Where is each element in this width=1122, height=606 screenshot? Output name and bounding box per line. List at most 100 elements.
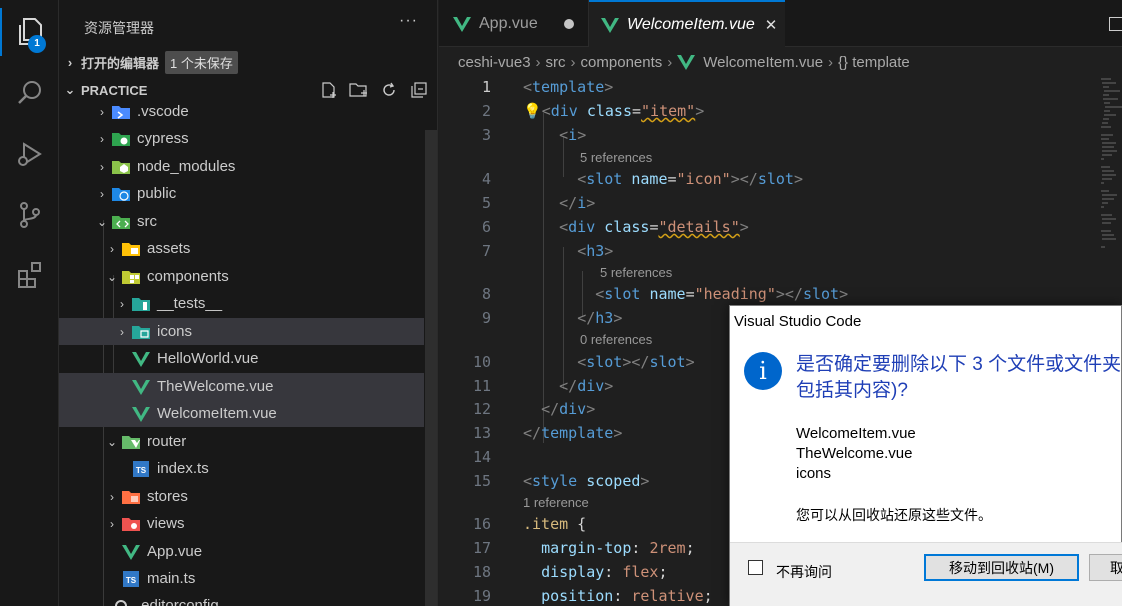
code-line: .item { — [523, 515, 587, 533]
public-folder-icon — [111, 186, 131, 202]
tree-item-label: router — [147, 433, 187, 450]
tree-item-index-ts[interactable]: TS index.ts — [59, 455, 424, 482]
tree-item-label: node_modules — [137, 158, 236, 175]
move-to-trash-button[interactable]: 移动到回收站(M) — [924, 554, 1079, 581]
explorer-title: 资源管理器 — [84, 20, 154, 36]
line-number: 15 — [472, 472, 491, 490]
unsaved-badge: 1 个未保存 — [165, 50, 238, 74]
code-line: <slot></slot> — [577, 353, 695, 371]
vue-file-icon — [601, 17, 619, 33]
tab-welcomeitem-vue[interactable]: WelcomeItem.vue ✕ — [589, 0, 785, 47]
run-debug-icon[interactable] — [12, 136, 48, 172]
tests-folder-icon — [131, 296, 151, 312]
tree-item-label: TheWelcome.vue — [157, 378, 274, 395]
tree-item-label: src — [137, 213, 157, 230]
dialog-note: 您可以从回收站还原这些文件。 — [796, 507, 992, 523]
tree-item-icons[interactable]: › icons — [59, 318, 424, 345]
vue-file-icon — [121, 544, 141, 560]
tab-app-vue[interactable]: App.vue — [439, 0, 589, 47]
chevron-right-icon: › — [828, 53, 834, 71]
tree-item-public[interactable]: › public — [59, 180, 424, 207]
codelens-references[interactable]: 5 references — [580, 150, 652, 165]
node-folder-icon — [111, 159, 131, 175]
tree-item-thewelcome[interactable]: TheWelcome.vue — [59, 373, 424, 400]
tree-item-cypress[interactable]: › cypress — [59, 125, 424, 152]
line-number: 18 — [472, 563, 491, 581]
tree-item-main-ts[interactable]: TS main.ts — [59, 565, 424, 592]
tree-item-label: components — [147, 268, 229, 285]
tree-item-welcomeitem[interactable]: WelcomeItem.vue — [59, 400, 424, 427]
chevron-right-icon: › — [100, 159, 104, 174]
chevron-right-icon: › — [110, 516, 114, 531]
breadcrumb-item[interactable]: ceshi-vue3 — [458, 54, 531, 71]
breadcrumb-item[interactable]: WelcomeItem.vue — [703, 54, 823, 71]
breadcrumb-item[interactable]: components — [581, 54, 663, 71]
dialog-title: Visual Studio Code — [734, 313, 862, 330]
dialog-file-item: icons — [796, 465, 832, 482]
codelens-references[interactable]: 1 reference — [523, 495, 589, 510]
activity-bar: 1 — [0, 0, 59, 606]
components-folder-icon — [121, 269, 141, 285]
breadcrumb-item[interactable]: {} template — [838, 54, 910, 71]
dont-ask-checkbox[interactable] — [748, 560, 763, 575]
tree-item-app-vue[interactable]: App.vue — [59, 538, 424, 565]
line-number: 17 — [472, 539, 491, 557]
tree-item-stores[interactable]: › stores — [59, 483, 424, 510]
tree-item-components[interactable]: ⌄ components — [59, 263, 424, 290]
chevron-right-icon: › — [120, 324, 124, 339]
split-editor-icon[interactable] — [1109, 17, 1122, 31]
tree-item-tests[interactable]: › __tests__ — [59, 290, 424, 317]
line-number: 12 — [472, 400, 491, 418]
line-number: 11 — [472, 377, 491, 395]
cypress-folder-icon — [111, 131, 131, 147]
search-icon[interactable] — [12, 75, 48, 111]
tree-item-label: __tests__ — [157, 295, 223, 312]
router-folder-icon — [121, 434, 141, 450]
code-line: <i> — [559, 126, 587, 144]
code-line: </h3> — [577, 309, 623, 327]
tree-item-label: stores — [147, 488, 188, 505]
more-actions-icon[interactable]: ··· — [399, 12, 418, 30]
codelens-references[interactable]: 0 references — [580, 332, 652, 347]
breadcrumb-item[interactable]: src — [546, 54, 566, 71]
svg-text:TS: TS — [136, 466, 147, 475]
tree-item-views[interactable]: › views — [59, 510, 424, 537]
tree-item-vscode[interactable]: › .vscode — [59, 98, 424, 125]
code-line: <slot name="heading"></slot> — [595, 285, 849, 303]
cancel-button[interactable]: 取消 — [1089, 554, 1122, 581]
line-number: 1 — [481, 78, 491, 96]
tree-item-helloworld[interactable]: HelloWorld.vue — [59, 345, 424, 372]
dialog-file-item: TheWelcome.vue — [796, 445, 913, 462]
tree-item-editorconfig[interactable]: .editorconfig — [59, 592, 424, 606]
vscode-folder-icon — [111, 104, 131, 120]
vue-file-icon — [131, 379, 151, 395]
tree-item-assets[interactable]: › assets — [59, 235, 424, 262]
open-editors-section[interactable]: › 打开的编辑器 1 个未保存 — [59, 49, 438, 75]
minimap[interactable] — [1099, 75, 1122, 255]
dont-ask-label[interactable]: 不再询问 — [776, 562, 832, 582]
tree-item-label: HelloWorld.vue — [157, 350, 259, 367]
line-number: 19 — [472, 587, 491, 605]
tab-label: App.vue — [479, 14, 538, 32]
breadcrumb: ceshi-vue3 › src › components › WelcomeI… — [439, 47, 1122, 77]
dialog-question-line: 是否确定要删除以下 3 个文件或文件夹 — [796, 354, 1122, 375]
icons-folder-icon — [131, 324, 151, 340]
chevron-down-icon: ⌄ — [106, 269, 118, 284]
tree-item-node-modules[interactable]: › node_modules — [59, 153, 424, 180]
modified-dot-icon[interactable] — [564, 18, 574, 29]
close-icon[interactable]: ✕ — [765, 16, 778, 34]
sidebar-scrollbar[interactable] — [425, 130, 437, 606]
codelens-references[interactable]: 5 references — [600, 265, 672, 280]
extensions-icon[interactable] — [12, 256, 48, 292]
chevron-right-icon: › — [535, 53, 541, 71]
tree-item-src[interactable]: ⌄ src — [59, 208, 424, 235]
code-line: </div> — [541, 400, 596, 418]
delete-confirm-dialog: Visual Studio Code i 是否确定要删除以下 3 个文件或文件夹… — [729, 305, 1122, 606]
explorer-sidebar: 资源管理器 ··· › 打开的编辑器 1 个未保存 ⌄ PRACTICE › .… — [59, 0, 438, 606]
tree-item-router[interactable]: ⌄ router — [59, 428, 424, 455]
file-tree: › .vscode › cypress › node_modules › pub… — [59, 98, 438, 606]
source-control-icon[interactable] — [12, 197, 48, 233]
lightbulb-icon[interactable]: 💡 — [523, 102, 542, 120]
line-number: 3 — [481, 126, 491, 144]
dialog-file-item: WelcomeItem.vue — [796, 425, 916, 442]
